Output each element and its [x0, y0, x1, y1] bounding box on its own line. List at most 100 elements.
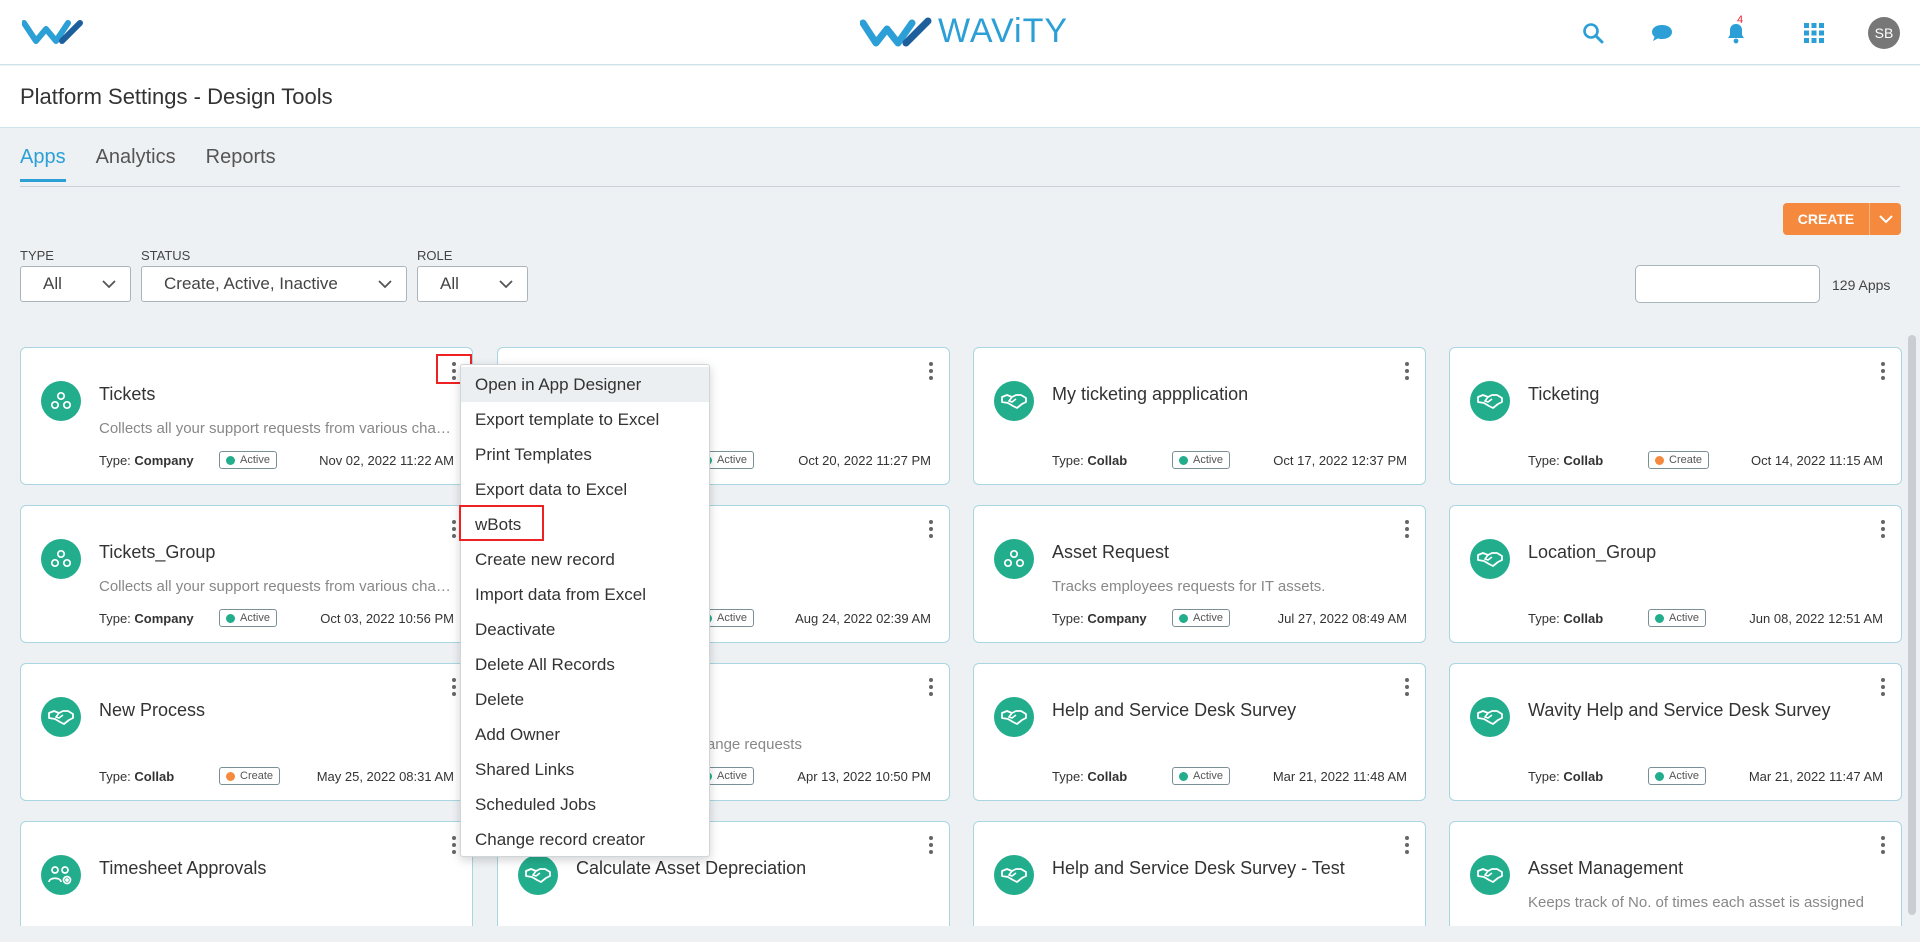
- create-button-label: CREATE: [1797, 211, 1855, 227]
- create-dropdown-chevron-icon[interactable]: [1869, 203, 1901, 235]
- tab-reports[interactable]: Reports: [206, 146, 276, 182]
- page-title: Platform Settings - Design Tools: [20, 84, 333, 109]
- app-card-title: Calculate Asset Depreciation: [576, 858, 807, 878]
- chevron-down-icon: [499, 279, 513, 288]
- app-card-meta: Type: Collab Active Mar 21, 2022 11:47 AM: [1528, 767, 1883, 785]
- menu-item-shared-links[interactable]: Shared Links: [461, 752, 709, 787]
- role-filter-label: ROLE: [417, 248, 453, 263]
- handshake-icon: [1470, 381, 1510, 421]
- menu-item-deactivate[interactable]: Deactivate: [461, 612, 709, 647]
- app-context-menu: Open in App Designer Export template to E…: [460, 364, 710, 857]
- more-options-icon[interactable]: [1399, 834, 1415, 856]
- app-card[interactable]: Timesheet Approvals: [20, 821, 473, 942]
- menu-item-export-data-to-excel[interactable]: Export data to Excel: [461, 472, 709, 507]
- app-card[interactable]: My ticketing appplication Type: Collab Act…: [973, 347, 1426, 485]
- brand-mark-icon: [860, 17, 932, 46]
- app-card-type: Type: Collab: [1052, 452, 1128, 468]
- app-card-title: New Process: [99, 700, 206, 720]
- menu-item-export-template-to-excel[interactable]: Export template to Excel: [461, 402, 709, 437]
- app-card[interactable]: Location_Group Type: Collab Active Jun 08, …: [1449, 505, 1902, 643]
- app-card-title: Ticketing: [1528, 384, 1600, 404]
- menu-item-print-templates[interactable]: Print Templates: [461, 437, 709, 472]
- app-card[interactable]: Asset Request Tracks employees requests f…: [973, 505, 1426, 643]
- app-card[interactable]: Help and Service Desk Survey - Test: [973, 821, 1426, 942]
- app-card-title: Asset Management: [1528, 858, 1684, 878]
- more-options-icon[interactable]: [923, 676, 939, 698]
- app-card[interactable]: Wavity Help and Service Desk Survey Type:…: [1449, 663, 1902, 801]
- status-dot-icon: [1179, 455, 1188, 465]
- app-card-date: Oct 14, 2022 11:15 AM: [1750, 452, 1883, 468]
- role-filter-select[interactable]: All: [417, 266, 528, 302]
- chat-icon[interactable]: [1649, 20, 1675, 46]
- status-dot-icon: [1655, 613, 1664, 623]
- menu-item-add-owner[interactable]: Add Owner: [461, 717, 709, 752]
- scrollbar[interactable]: [1908, 335, 1916, 915]
- app-card-title: Location_Group: [1528, 542, 1657, 562]
- more-options-icon[interactable]: [923, 518, 939, 540]
- app-card-type: Type: Company: [1052, 610, 1147, 626]
- wavity-logo-icon[interactable]: [22, 19, 84, 45]
- more-options-icon[interactable]: [1875, 834, 1891, 856]
- status-badge: Active: [219, 451, 277, 469]
- type-filter-select[interactable]: All: [20, 266, 131, 302]
- menu-item-delete-all-records[interactable]: Delete All Records: [461, 647, 709, 682]
- menu-item-open-in-app-designer[interactable]: Open in App Designer: [461, 367, 709, 402]
- type-filter: TYPE All: [20, 248, 131, 302]
- menu-item-delete[interactable]: Delete: [461, 682, 709, 717]
- handshake-icon: [1470, 697, 1510, 737]
- menu-item-scheduled-jobs[interactable]: Scheduled Jobs: [461, 787, 709, 822]
- create-button[interactable]: CREATE: [1783, 203, 1901, 235]
- app-card[interactable]: Help and Service Desk Survey Type: Collab…: [973, 663, 1426, 801]
- app-card-meta: Type: Company Active Jul 27, 2022 08:49 AM: [1052, 609, 1407, 627]
- handshake-icon: [41, 697, 81, 737]
- notification-count: 4: [1737, 14, 1744, 26]
- status-filter-value: Create, Active, Inactive: [164, 274, 338, 293]
- page-bottom: [0, 926, 1920, 942]
- app-card-meta: Type: Collab Active Jun 08, 2022 12:51 AM: [1528, 609, 1883, 627]
- apps-search-input[interactable]: [1652, 276, 1833, 292]
- more-options-icon[interactable]: [923, 360, 939, 382]
- app-card-date: Oct 17, 2022 12:37 PM: [1273, 452, 1407, 468]
- more-options-icon[interactable]: [1399, 360, 1415, 382]
- app-card-title: Tickets: [99, 384, 156, 404]
- tab-apps[interactable]: Apps: [20, 146, 66, 182]
- app-card-title: Timesheet Approvals: [99, 858, 267, 878]
- people-group-icon: [41, 539, 81, 579]
- status-filter-select[interactable]: Create, Active, Inactive: [141, 266, 407, 302]
- handshake-icon: [994, 855, 1034, 895]
- search-icon[interactable]: [1580, 20, 1606, 46]
- tab-analytics[interactable]: Analytics: [96, 146, 176, 182]
- more-options-icon[interactable]: [923, 834, 939, 856]
- status-dot-icon: [1655, 771, 1664, 781]
- app-card[interactable]: Tickets Collects all your support request…: [20, 347, 473, 485]
- app-card[interactable]: Asset Management Keeps track of No. of ti…: [1449, 821, 1902, 942]
- app-card-description: Keeps track of No. of times each asset i…: [1528, 894, 1864, 911]
- app-card-meta: Type: Collab Active Mar 21, 2022 11:48 AM: [1052, 767, 1407, 785]
- app-card-title: Help and Service Desk Survey - Test: [1052, 858, 1345, 878]
- app-card-date: Oct 03, 2022 10:56 PM: [320, 610, 454, 626]
- status-dot-icon: [226, 771, 235, 781]
- app-card[interactable]: Tickets_Group Collects all your support r…: [20, 505, 473, 643]
- role-filter: ROLE All: [417, 248, 528, 302]
- menu-item-change-record-creator[interactable]: Change record creator: [461, 822, 709, 857]
- app-card-date: Oct 20, 2022 11:27 PM: [798, 452, 931, 468]
- app-grid-icon[interactable]: [1801, 20, 1827, 46]
- menu-item-create-new-record[interactable]: Create new record: [461, 542, 709, 577]
- notifications-bell-icon[interactable]: 4: [1723, 14, 1749, 46]
- app-card[interactable]: New Process Type: Collab Create May 25, 202…: [20, 663, 473, 801]
- user-avatar[interactable]: SB: [1868, 17, 1900, 49]
- app-card[interactable]: Ticketing Type: Collab Create Oct 14, 2022 …: [1449, 347, 1902, 485]
- more-options-icon[interactable]: [1875, 360, 1891, 382]
- role-filter-value: All: [440, 274, 459, 293]
- more-options-icon[interactable]: [1399, 676, 1415, 698]
- app-card-type: Type: Collab: [99, 768, 175, 784]
- app-card-meta: Type: Collab Active Oct 17, 2022 12:37 PM: [1052, 451, 1407, 469]
- menu-item-import-data-from-excel[interactable]: Import data from Excel: [461, 577, 709, 612]
- brand: WAViTY: [860, 12, 1068, 51]
- app-card-date: Aug 24, 2022 02:39 AM: [795, 610, 931, 626]
- more-options-icon[interactable]: [1875, 676, 1891, 698]
- wbots-highlight-frame: [459, 505, 544, 541]
- status-dot-icon: [1655, 455, 1664, 465]
- more-options-icon[interactable]: [1399, 518, 1415, 540]
- more-options-icon[interactable]: [1875, 518, 1891, 540]
